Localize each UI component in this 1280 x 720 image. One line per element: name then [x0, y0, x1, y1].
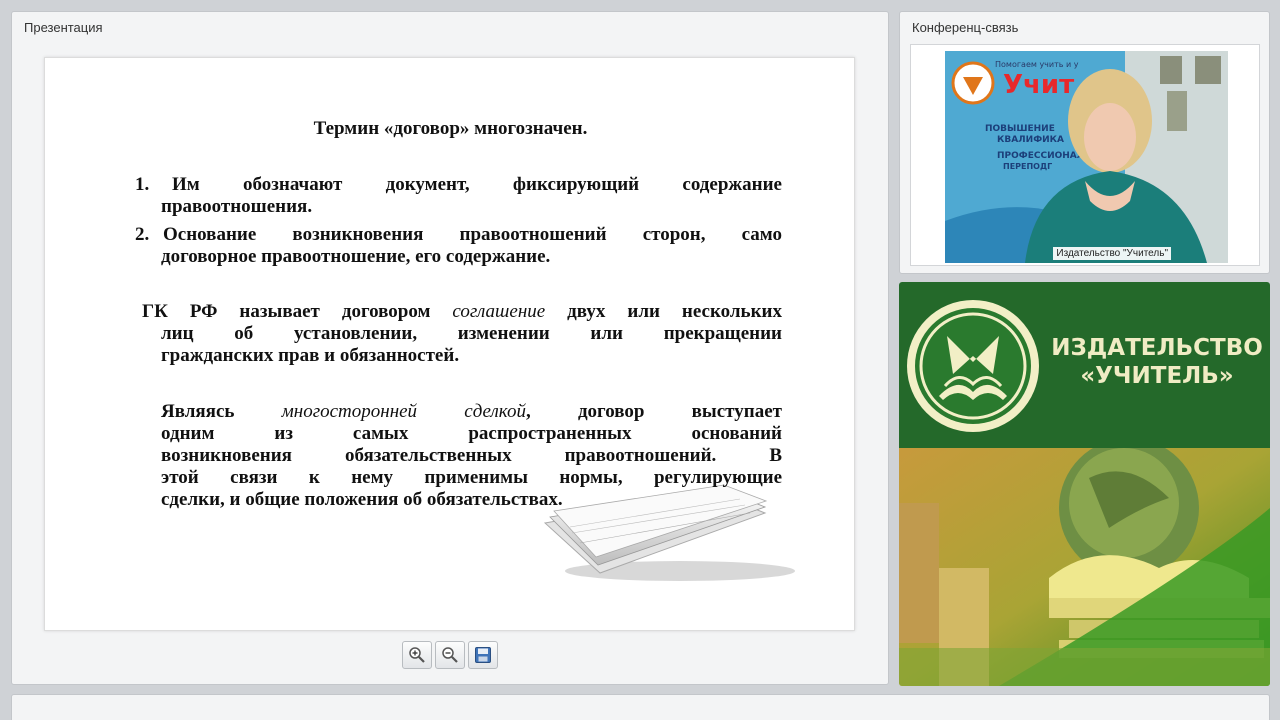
- brand-image: [899, 448, 1270, 686]
- brand-name: ИЗДАТЕЛЬСТВО «УЧИТЕЛЬ»: [1047, 334, 1267, 390]
- save-icon: [475, 647, 491, 663]
- zoom-out-icon: [442, 647, 458, 663]
- slide-heading: Термин «договор» многозначен.: [313, 118, 588, 139]
- bottom-bar: [11, 694, 1270, 720]
- slide: Термин «договор» многозначен. 1. Им обоз…: [44, 57, 855, 631]
- video-frame[interactable]: Учит Помогаем учить и у ПОВЫШЕНИЕ КВАЛИФ…: [910, 44, 1260, 266]
- item2-line2: договорное правоотношение, его содержани…: [161, 246, 551, 267]
- para2-line5: сделки, и общие положения об обязательст…: [161, 489, 563, 510]
- item1-line2: правоотношения.: [161, 196, 313, 217]
- conference-title: Конференц-связь: [912, 20, 1019, 35]
- svg-text:ПОВЫШЕНИЕ: ПОВЫШЕНИЕ: [985, 124, 1055, 134]
- zoom-toolbar: [402, 641, 498, 671]
- para1-line1-b: двух или нескольких: [545, 301, 782, 322]
- brand-header: ИЗДАТЕЛЬСТВО «УЧИТЕЛЬ»: [899, 282, 1270, 448]
- svg-text:Учит: Учит: [1003, 70, 1074, 100]
- para2-line3: возникновения обязательственных правоотн…: [161, 445, 782, 466]
- para1-line2: лиц об установлении, изменении или прекр…: [161, 323, 782, 344]
- para2-line1-a: Являясь: [161, 401, 282, 422]
- item1-number: 1.: [135, 174, 150, 195]
- save-button[interactable]: [468, 641, 498, 669]
- zoom-in-icon: [409, 647, 425, 663]
- conference-panel: Конференц-связь Учит Помогаем учить и у …: [899, 11, 1270, 274]
- item2-line1: Основание возникновения правоотношений с…: [163, 224, 782, 245]
- publisher-logo-icon: [907, 300, 1039, 432]
- presentation-title: Презентация: [24, 20, 103, 35]
- presentation-panel: Презентация Термин «договор» многозначен…: [11, 11, 889, 685]
- para1-line1-em: соглашение: [452, 301, 546, 322]
- item1-line1: Им обозначают документ, фиксирующий соде…: [172, 174, 782, 195]
- item2-number: 2.: [135, 224, 150, 245]
- para2-line2: одним из самых распространенных основани…: [161, 423, 782, 444]
- brand-name-line1: ИЗДАТЕЛЬСТВО: [1051, 335, 1263, 361]
- para1-line3: гражданских прав и обязанностей.: [161, 345, 460, 366]
- video-caption: Издательство "Учитель": [1053, 247, 1171, 260]
- zoom-out-button[interactable]: [435, 641, 465, 669]
- brand-name-line2: «УЧИТЕЛЬ»: [1080, 363, 1234, 389]
- para1-line1-a: ГК РФ называет договором: [142, 301, 453, 322]
- brand-panel: ИЗДАТЕЛЬСТВО «УЧИТЕЛЬ»: [899, 282, 1270, 686]
- svg-text:КВАЛИФИКА: КВАЛИФИКА: [997, 135, 1064, 145]
- para2-line1-b: , договор выступает: [525, 401, 782, 422]
- para2-line1: Являясь многосторонней сделкой, договор …: [161, 401, 782, 423]
- para2-line1-em: многосторонней сделкой: [281, 401, 526, 422]
- video-feed: Учит Помогаем учить и у ПОВЫШЕНИЕ КВАЛИФ…: [945, 51, 1228, 263]
- books-globe-image: [899, 448, 1270, 686]
- zoom-in-button[interactable]: [402, 641, 432, 669]
- svg-text:Помогаем учить и у: Помогаем учить и у: [995, 60, 1079, 69]
- para1-line1: ГК РФ называет договором соглашение двух…: [142, 301, 782, 323]
- video-image: Учит Помогаем учить и у ПОВЫШЕНИЕ КВАЛИФ…: [945, 51, 1228, 263]
- svg-text:ПЕРЕПОДГ: ПЕРЕПОДГ: [1003, 162, 1052, 171]
- para2-line4: этой связи к нему применимы нормы, регул…: [161, 467, 782, 488]
